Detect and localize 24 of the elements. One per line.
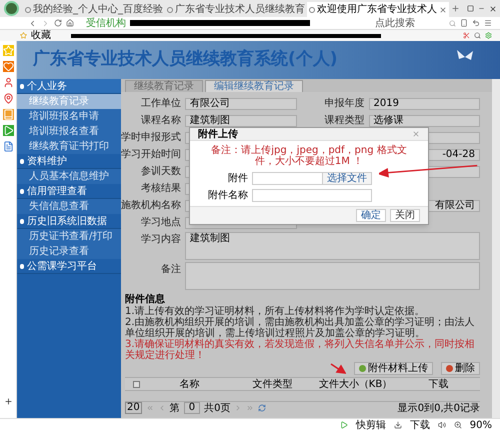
field-label: 备注 [160, 262, 182, 277]
section-title: 附件信息 [125, 294, 166, 306]
field-label: 工作单位 [140, 96, 182, 111]
field-label: 学习地点 [140, 216, 182, 230]
field-label: 附件名称 [207, 189, 248, 203]
note-text: 3.请确保证明材料的真实有效，若发现造假，将列入失信名单并公示，同时按相关规定进行处理！ [125, 339, 476, 361]
field-label: 课程类型 [324, 114, 366, 128]
field-label: 课程名称 [140, 114, 182, 128]
record-summary: 显示0到0,共0记录 [398, 402, 480, 416]
field-label: 申报年度 [324, 96, 366, 111]
page-label: 第 [170, 402, 180, 416]
note-text: 1.请上传有效的学习证明材料，所有上传材料将作为学时认定依据。 [125, 306, 426, 317]
field-label: 学时申报形式 [121, 130, 182, 145]
upload-note: 备注：请上传jpg，jpeg，pdf，png 格式文件，大小不要超过1M ！ [210, 144, 408, 167]
field-label: 学习开始时间 [121, 148, 182, 162]
page-total: 共0页 [204, 402, 230, 416]
field-label: 考核结果 [140, 182, 182, 196]
note-text: 2.由施教机构组织开展的培训，需由施教机构出具加盖公章的学习证明；由法人单位组织开展的培训，需上传培训过程照片及加盖公章的学习证明。 [125, 317, 476, 339]
field-label: 参训天数 [140, 164, 182, 179]
trust-label: 受信机构 [86, 18, 126, 28]
field-label: 附件 [227, 172, 248, 186]
dialog-title: 附件上传 [198, 128, 238, 142]
field-label: 学习内容 [140, 232, 182, 247]
field-label: 施教机构名称 [121, 198, 182, 213]
